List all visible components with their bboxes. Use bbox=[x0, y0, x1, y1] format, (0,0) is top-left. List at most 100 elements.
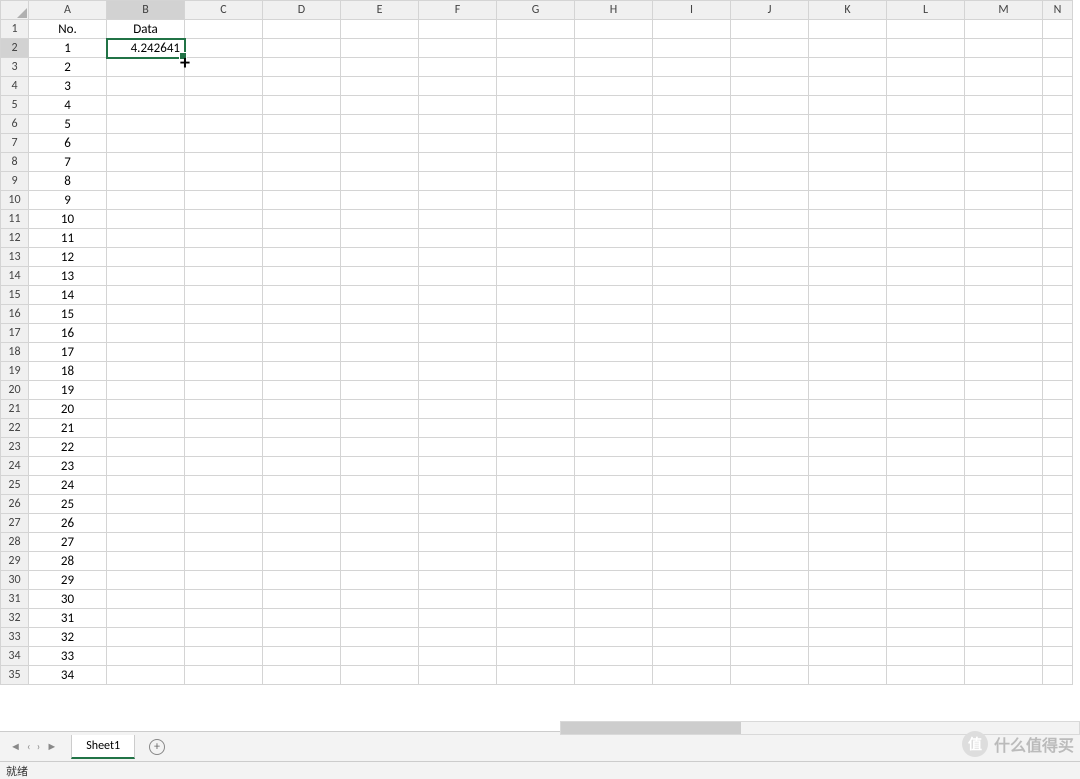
cell-N32[interactable] bbox=[1043, 609, 1073, 628]
cell-H7[interactable] bbox=[575, 134, 653, 153]
cell-K13[interactable] bbox=[809, 248, 887, 267]
cell-B2[interactable]: 4.242641 bbox=[107, 39, 185, 58]
cell-C31[interactable] bbox=[185, 590, 263, 609]
cell-M21[interactable] bbox=[965, 400, 1043, 419]
cell-N23[interactable] bbox=[1043, 438, 1073, 457]
cell-E34[interactable] bbox=[341, 647, 419, 666]
sheet-tab-sheet1[interactable]: Sheet1 bbox=[71, 735, 135, 759]
row-header-20[interactable]: 20 bbox=[1, 381, 29, 400]
cell-F34[interactable] bbox=[419, 647, 497, 666]
cell-A9[interactable]: 8 bbox=[29, 172, 107, 191]
cell-H23[interactable] bbox=[575, 438, 653, 457]
cell-L30[interactable] bbox=[887, 571, 965, 590]
cell-F12[interactable] bbox=[419, 229, 497, 248]
cell-N9[interactable] bbox=[1043, 172, 1073, 191]
cell-G2[interactable] bbox=[497, 39, 575, 58]
cell-J27[interactable] bbox=[731, 514, 809, 533]
cell-I28[interactable] bbox=[653, 533, 731, 552]
cell-L25[interactable] bbox=[887, 476, 965, 495]
cell-H31[interactable] bbox=[575, 590, 653, 609]
cell-G9[interactable] bbox=[497, 172, 575, 191]
cell-D16[interactable] bbox=[263, 305, 341, 324]
cell-E14[interactable] bbox=[341, 267, 419, 286]
cell-C23[interactable] bbox=[185, 438, 263, 457]
cell-E22[interactable] bbox=[341, 419, 419, 438]
cell-L18[interactable] bbox=[887, 343, 965, 362]
cell-I16[interactable] bbox=[653, 305, 731, 324]
cell-J1[interactable] bbox=[731, 20, 809, 39]
row-header-28[interactable]: 28 bbox=[1, 533, 29, 552]
cell-E28[interactable] bbox=[341, 533, 419, 552]
cell-C11[interactable] bbox=[185, 210, 263, 229]
cell-J24[interactable] bbox=[731, 457, 809, 476]
cell-G21[interactable] bbox=[497, 400, 575, 419]
cell-G20[interactable] bbox=[497, 381, 575, 400]
cell-G33[interactable] bbox=[497, 628, 575, 647]
cell-K5[interactable] bbox=[809, 96, 887, 115]
cell-D15[interactable] bbox=[263, 286, 341, 305]
cell-E19[interactable] bbox=[341, 362, 419, 381]
cell-H35[interactable] bbox=[575, 666, 653, 685]
cell-F23[interactable] bbox=[419, 438, 497, 457]
cell-A30[interactable]: 29 bbox=[29, 571, 107, 590]
cell-K31[interactable] bbox=[809, 590, 887, 609]
cell-F19[interactable] bbox=[419, 362, 497, 381]
cell-J16[interactable] bbox=[731, 305, 809, 324]
cell-D17[interactable] bbox=[263, 324, 341, 343]
cell-K14[interactable] bbox=[809, 267, 887, 286]
cell-N6[interactable] bbox=[1043, 115, 1073, 134]
cell-H15[interactable] bbox=[575, 286, 653, 305]
cell-L19[interactable] bbox=[887, 362, 965, 381]
cell-L3[interactable] bbox=[887, 58, 965, 77]
cell-N34[interactable] bbox=[1043, 647, 1073, 666]
cell-C8[interactable] bbox=[185, 153, 263, 172]
cell-J33[interactable] bbox=[731, 628, 809, 647]
cell-E3[interactable] bbox=[341, 58, 419, 77]
cell-J4[interactable] bbox=[731, 77, 809, 96]
cell-H11[interactable] bbox=[575, 210, 653, 229]
cell-E29[interactable] bbox=[341, 552, 419, 571]
cell-M1[interactable] bbox=[965, 20, 1043, 39]
cell-H10[interactable] bbox=[575, 191, 653, 210]
cell-K6[interactable] bbox=[809, 115, 887, 134]
cell-H22[interactable] bbox=[575, 419, 653, 438]
cell-H27[interactable] bbox=[575, 514, 653, 533]
cell-G6[interactable] bbox=[497, 115, 575, 134]
cell-E25[interactable] bbox=[341, 476, 419, 495]
cell-F35[interactable] bbox=[419, 666, 497, 685]
cell-K18[interactable] bbox=[809, 343, 887, 362]
cell-N19[interactable] bbox=[1043, 362, 1073, 381]
cell-C17[interactable] bbox=[185, 324, 263, 343]
cell-H25[interactable] bbox=[575, 476, 653, 495]
cell-I5[interactable] bbox=[653, 96, 731, 115]
cell-K30[interactable] bbox=[809, 571, 887, 590]
cell-H18[interactable] bbox=[575, 343, 653, 362]
cell-M23[interactable] bbox=[965, 438, 1043, 457]
cell-L31[interactable] bbox=[887, 590, 965, 609]
cell-B21[interactable] bbox=[107, 400, 185, 419]
cell-J28[interactable] bbox=[731, 533, 809, 552]
cell-B8[interactable] bbox=[107, 153, 185, 172]
cell-D11[interactable] bbox=[263, 210, 341, 229]
row-header-2[interactable]: 2 bbox=[1, 39, 29, 58]
column-header-A[interactable]: A bbox=[29, 1, 107, 20]
cell-L9[interactable] bbox=[887, 172, 965, 191]
row-header-30[interactable]: 30 bbox=[1, 571, 29, 590]
cell-F18[interactable] bbox=[419, 343, 497, 362]
cell-B14[interactable] bbox=[107, 267, 185, 286]
cell-B19[interactable] bbox=[107, 362, 185, 381]
cell-K3[interactable] bbox=[809, 58, 887, 77]
cell-F14[interactable] bbox=[419, 267, 497, 286]
cell-F3[interactable] bbox=[419, 58, 497, 77]
row-header-24[interactable]: 24 bbox=[1, 457, 29, 476]
cell-N22[interactable] bbox=[1043, 419, 1073, 438]
cell-N3[interactable] bbox=[1043, 58, 1073, 77]
cell-F13[interactable] bbox=[419, 248, 497, 267]
cell-K10[interactable] bbox=[809, 191, 887, 210]
cell-K21[interactable] bbox=[809, 400, 887, 419]
row-header-23[interactable]: 23 bbox=[1, 438, 29, 457]
cell-D5[interactable] bbox=[263, 96, 341, 115]
cell-N14[interactable] bbox=[1043, 267, 1073, 286]
cell-I8[interactable] bbox=[653, 153, 731, 172]
cell-L12[interactable] bbox=[887, 229, 965, 248]
